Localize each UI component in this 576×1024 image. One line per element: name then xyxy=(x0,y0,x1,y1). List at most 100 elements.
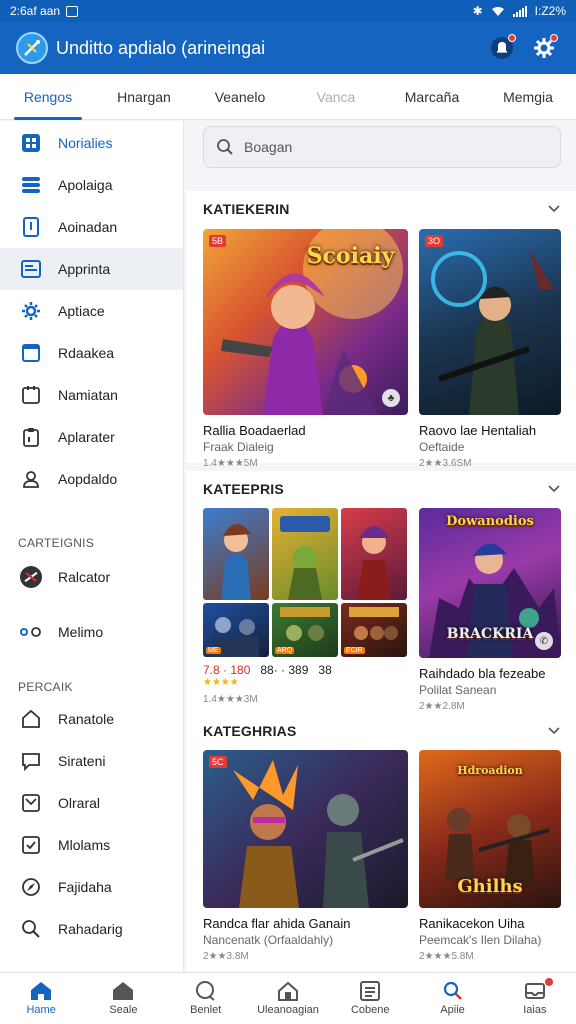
thumbnail-art xyxy=(357,526,391,600)
sidebar-item-label: Aopdaldo xyxy=(58,471,118,487)
nav-item-home[interactable]: Hame xyxy=(0,973,82,1024)
game-thumbnail[interactable] xyxy=(272,508,338,600)
game-thumbnail[interactable]: ARQ xyxy=(272,603,338,657)
sidebar-item-1[interactable]: Apolaiga xyxy=(0,164,183,206)
game-card[interactable]: Dowanodios BRACKRIA ✆ Raihdado bla fezea… xyxy=(419,508,561,712)
tab-5[interactable]: Memgia xyxy=(480,74,576,119)
chevron-down-icon[interactable] xyxy=(548,727,560,735)
nav-item-inbox[interactable]: Iaias xyxy=(494,973,576,1024)
cover-logo-text: Scoiaiy xyxy=(306,243,395,269)
inbox-icon xyxy=(524,983,545,999)
section-title: KATEGHRIAS xyxy=(203,723,297,739)
sidebar-other-4[interactable]: Fajidaha xyxy=(0,866,183,908)
nav-item-explore[interactable]: Uleanoagian xyxy=(247,973,329,1024)
section-title: KATIEKERIN xyxy=(203,201,290,217)
section-header: KATIEKERIN xyxy=(186,191,576,227)
sidebar-item-6[interactable]: Namiatan xyxy=(0,374,183,416)
sidebar-item-8[interactable]: Aopdaldo xyxy=(0,458,183,500)
wifi-icon xyxy=(491,6,504,16)
chevron-down-icon[interactable] xyxy=(548,205,560,213)
card-tag: 5B xyxy=(209,235,227,247)
game-card[interactable]: 3O Raovo lae Hentaliah Oeftaide 2★★3.6SM xyxy=(419,229,561,469)
game-controller-icon xyxy=(20,566,42,588)
home-icon xyxy=(20,708,42,730)
game-cover-image: 5C xyxy=(203,750,408,908)
chevron-down-icon[interactable] xyxy=(548,485,560,493)
chat-search-icon xyxy=(195,981,215,1001)
sidebar-item-7[interactable]: Aplarater xyxy=(0,416,183,458)
tab-0[interactable]: Rengos xyxy=(0,74,96,120)
top-tabs: Rengos Hnargan Veanelo Vanca Marcaña Mem… xyxy=(0,74,576,120)
card-meta: 2★★3.8M xyxy=(203,951,249,962)
nav-item-search[interactable]: Apiie xyxy=(411,973,493,1024)
tab-1[interactable]: Hnargan xyxy=(96,74,192,119)
sidebar-section-categories: CARTEIGNIS xyxy=(18,536,95,550)
card-subtitle: Polilat Sanean xyxy=(419,683,497,697)
nav-item-list[interactable]: Cobene xyxy=(329,973,411,1024)
search-bar[interactable] xyxy=(203,126,561,168)
sidebar-other-2[interactable]: Olraral xyxy=(0,782,183,824)
tab-3[interactable]: Vanca xyxy=(288,74,384,119)
card-title: Raovo lae Hentaliah xyxy=(419,423,537,438)
user-gear-icon xyxy=(20,468,42,490)
game-card[interactable]: Hdroadion Ghilhs Ranikacekon Uiha Peemca… xyxy=(419,750,561,962)
nav-label: Benlet xyxy=(190,1004,222,1016)
sidebar-item-2[interactable]: Aoinadan xyxy=(0,206,183,248)
sidebar-item-label: Norialies xyxy=(58,135,113,151)
bluetooth-icon: ✱ xyxy=(472,4,483,18)
search-input[interactable] xyxy=(244,139,524,155)
game-thumbnail[interactable] xyxy=(203,508,269,600)
thumbnail-art xyxy=(280,516,330,600)
card-subtitle: Oeftaide xyxy=(419,440,465,454)
sidebar: Norialies Apolaiga Aoinadan Apprinta Apt… xyxy=(0,121,184,972)
game-card[interactable]: 5C Randca flar ahida Ganain Nancenatk (O… xyxy=(203,750,408,962)
game-thumbnail[interactable]: ECIR xyxy=(341,603,407,657)
game-thumbnail[interactable]: ME xyxy=(203,603,269,657)
card-subtitle: Fraak Dialeig xyxy=(203,440,274,454)
nav-item-chat[interactable]: Benlet xyxy=(165,973,247,1024)
sidebar-item-label: Rdaakea xyxy=(58,345,115,361)
sidebar-item-4[interactable]: Aptiace xyxy=(0,290,183,332)
sidebar-item-label: Ranatole xyxy=(58,711,115,727)
sidebar-other-3[interactable]: Mlolams xyxy=(0,824,183,866)
clipboard-icon xyxy=(20,426,42,448)
price-value: 38 xyxy=(318,663,332,677)
grid-icon xyxy=(20,132,42,154)
card-meta: 1.4★★★5M xyxy=(203,458,258,469)
sidebar-other-1[interactable]: Sirateni xyxy=(0,740,183,782)
store-icon xyxy=(113,982,134,1000)
sidebar-item-3[interactable]: Apprinta xyxy=(0,248,183,290)
nav-item-store[interactable]: Seale xyxy=(82,973,164,1024)
section-header: KATEEPRIS xyxy=(186,471,576,507)
mini-game-grid: ME ARQ ECIR 7.8 · 180 88· · 389 38 ★★★★ … xyxy=(203,508,408,705)
app-root: 2:6af aan ✱ I:Z2% Unditto apdialo (arine… xyxy=(0,0,576,1024)
sidebar-item-5[interactable]: Rdaakea xyxy=(0,332,183,374)
battery-percent: I:Z2% xyxy=(534,4,566,18)
sidebar-category-1[interactable]: Melimo xyxy=(0,600,183,664)
platform-badge: ✆ xyxy=(535,632,553,650)
sidebar-item-label: Olraral xyxy=(58,795,101,811)
chat-icon xyxy=(20,750,42,772)
sidebar-category-0[interactable]: Ralcator xyxy=(0,554,183,600)
game-cover-image: Scoiaiy 5B ♣ xyxy=(203,229,408,415)
tab-4[interactable]: Marcaña xyxy=(384,74,480,119)
list-icon xyxy=(360,981,381,1001)
game-cover-image: Dowanodios BRACKRIA ✆ xyxy=(419,508,561,658)
sidebar-other-5[interactable]: Rahadarig xyxy=(0,908,183,950)
game-thumbnail[interactable] xyxy=(341,508,407,600)
tab-2[interactable]: Veanelo xyxy=(192,74,288,119)
nav-label: Hame xyxy=(26,1004,56,1016)
notifications-button[interactable] xyxy=(486,32,518,64)
browser-icon xyxy=(20,342,42,364)
card-title: Raihdado bla fezeabe xyxy=(419,666,546,681)
section-1: KATEEPRIS ME ARQ ECIR 7.8 · 180 88· · 38… xyxy=(186,471,576,721)
settings-button[interactable] xyxy=(528,32,560,64)
sidebar-item-0[interactable]: Norialies xyxy=(0,122,183,164)
game-card[interactable]: Scoiaiy 5B ♣ Rallia Boadaerlad Fraak Dia… xyxy=(203,229,408,469)
sidebar-other-0[interactable]: Ranatole xyxy=(0,698,183,740)
cover-title-text: Ghilhs xyxy=(457,876,523,897)
section-2: KATEGHRIAS 5C Randca flar ahida Ganain N… xyxy=(186,713,576,972)
search-icon xyxy=(20,918,42,940)
game-cover-image: Hdroadion Ghilhs xyxy=(419,750,561,908)
calendar-icon xyxy=(20,384,42,406)
